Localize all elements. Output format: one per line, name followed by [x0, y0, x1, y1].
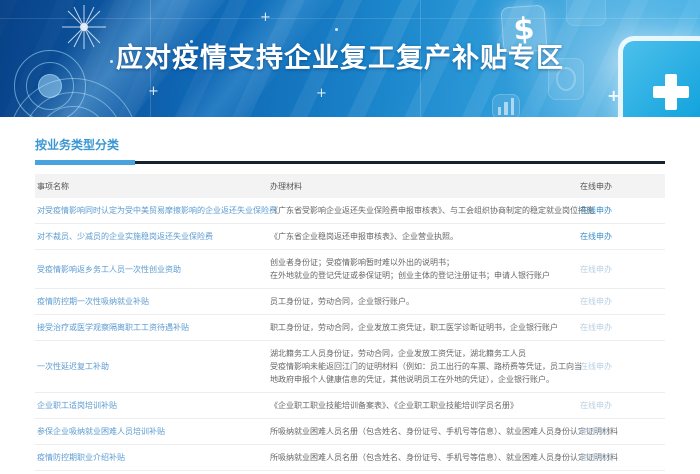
online-apply-link[interactable]: 在线申办: [578, 321, 665, 334]
online-apply-link[interactable]: 在线申办: [578, 263, 665, 276]
materials-text: 创业者身份证；受疫情影响暂时难以外出的说明书；在外地就业的登记凭证或参保证明；创…: [268, 256, 578, 282]
table-row: 接受治疗或医学观察隔离职工工资待遇补贴职工身份证，劳动合同，企业发放工资凭证，职…: [35, 315, 665, 341]
plus-icon: +: [260, 10, 271, 25]
medical-cross-icon: [653, 74, 689, 110]
column-header-materials: 办理材料: [268, 181, 578, 192]
materials-text: 《企业职工职业技能培训备案表》、《企业职工职业技能培训学员名册》: [268, 399, 578, 412]
subsidy-table: 事项名称 办理材料 在线申办 对受疫情影响同时认定为受中美贸易摩擦影响的企业返还…: [35, 174, 665, 471]
item-name-link[interactable]: 接受治疗或医学观察隔离职工工资待遇补贴: [35, 321, 268, 334]
materials-text: 所吸纳就业困难人员名册（包含姓名、身份证号、手机号等信息）、就业困难人员身份认定…: [268, 451, 578, 464]
materials-text: 《广东省受影响企业返还失业保险费申报审核表》、与工会组织协商制定的稳定就业岗位措…: [268, 204, 578, 217]
tab-by-business-type[interactable]: 按业务类型分类: [35, 136, 119, 153]
plus-icon: +: [607, 86, 620, 105]
item-name-link[interactable]: 企业职工适岗培训补贴: [35, 399, 268, 412]
table-row: 疫情防控期一次性吸纳就业补贴员工身份证，劳动合同，企业银行账户。在线申办: [35, 289, 665, 315]
item-name-link[interactable]: 对受疫情影响同时认定为受中美贸易摩擦影响的企业返还失业保险费: [35, 204, 268, 217]
online-apply-link[interactable]: 在线申办: [578, 295, 665, 308]
materials-text: 《广东省企业稳岗返还申报审核表》、企业营业执照。: [268, 230, 578, 243]
table-row: 企业职工适岗培训补贴《企业职工职业技能培训备案表》、《企业职工职业技能培训学员名…: [35, 393, 665, 419]
online-apply-link[interactable]: 在线申办: [578, 399, 665, 412]
materials-text: 职工身份证，劳动合同，企业发放工资凭证，职工医学诊断证明书，企业银行账户: [268, 321, 578, 334]
tab-underline-active-segment: [35, 160, 135, 165]
plus-icon: +: [148, 84, 159, 99]
arc-circles-icon: [8, 78, 138, 117]
item-name-link[interactable]: 参保企业吸纳就业困难人员培训补贴: [35, 425, 268, 438]
plus-icon: +: [316, 86, 327, 101]
content: 按业务类型分类 事项名称 办理材料 在线申办 对受疫情影响同时认定为受中美贸易摩…: [0, 134, 700, 471]
item-name-link[interactable]: 对不裁员、少减员的企业实施稳岗返还失业保险费: [35, 230, 268, 243]
tab-bar: 按业务类型分类: [35, 134, 665, 153]
online-apply-link[interactable]: 在线申办: [578, 451, 665, 464]
online-apply-link[interactable]: 在线申办: [578, 360, 665, 373]
banner: + + + $ + 应对疫情支持企业复工复产补贴专区: [0, 0, 700, 117]
column-header-item-name: 事项名称: [35, 181, 268, 192]
materials-text: 员工身份证，劳动合同，企业银行账户。: [268, 295, 578, 308]
bar-chart-icon: [492, 94, 520, 117]
online-apply-link[interactable]: 在线申办: [578, 204, 665, 217]
item-name-link[interactable]: 一次性延迟复工补助: [35, 360, 268, 373]
dot-decoration: [335, 28, 338, 31]
app-tile-icon: [566, 0, 606, 26]
page-title: 应对疫情支持企业复工复产补贴专区: [0, 36, 680, 75]
online-apply-link[interactable]: 在线申办: [578, 230, 665, 243]
table-row: 对受疫情影响同时认定为受中美贸易摩擦影响的企业返还失业保险费《广东省受影响企业返…: [35, 198, 665, 224]
table-header-row: 事项名称 办理材料 在线申办: [35, 174, 665, 198]
table-row: 对不裁员、少减员的企业实施稳岗返还失业保险费《广东省企业稳岗返还申报审核表》、企…: [35, 224, 665, 250]
table-row: 疫情防控期职业介绍补贴所吸纳就业困难人员名册（包含姓名、身份证号、手机号等信息）…: [35, 445, 665, 471]
materials-text: 所吸纳就业困难人员名册（包含姓名、身份证号、手机号等信息）、就业困难人员身份认定…: [268, 425, 578, 438]
materials-text: 湖北籍务工人员身份证，劳动合同，企业发放工资凭证，湖北籍务工人员受疫情影响未能返…: [268, 347, 578, 386]
column-header-online-apply: 在线申办: [578, 181, 665, 192]
table-body: 对受疫情影响同时认定为受中美贸易摩擦影响的企业返还失业保险费《广东省受影响企业返…: [35, 198, 665, 471]
table-row: 参保企业吸纳就业困难人员培训补贴所吸纳就业困难人员名册（包含姓名、身份证号、手机…: [35, 419, 665, 445]
table-row: 一次性延迟复工补助湖北籍务工人员身份证，劳动合同，企业发放工资凭证，湖北籍务工人…: [35, 341, 665, 393]
online-apply-link[interactable]: 在线申办: [578, 425, 665, 438]
item-name-link[interactable]: 受疫情影响返乡务工人员一次性创业资助: [35, 263, 268, 276]
table-row: 受疫情影响返乡务工人员一次性创业资助创业者身份证；受疫情影响暂时难以外出的说明书…: [35, 250, 665, 289]
item-name-link[interactable]: 疫情防控期职业介绍补贴: [35, 451, 268, 464]
item-name-link[interactable]: 疫情防控期一次性吸纳就业补贴: [35, 295, 268, 308]
tab-underline: [35, 160, 665, 165]
page: + + + $ + 应对疫情支持企业复工复产补贴专区 按业务类型分类 事项名称 …: [0, 0, 700, 474]
